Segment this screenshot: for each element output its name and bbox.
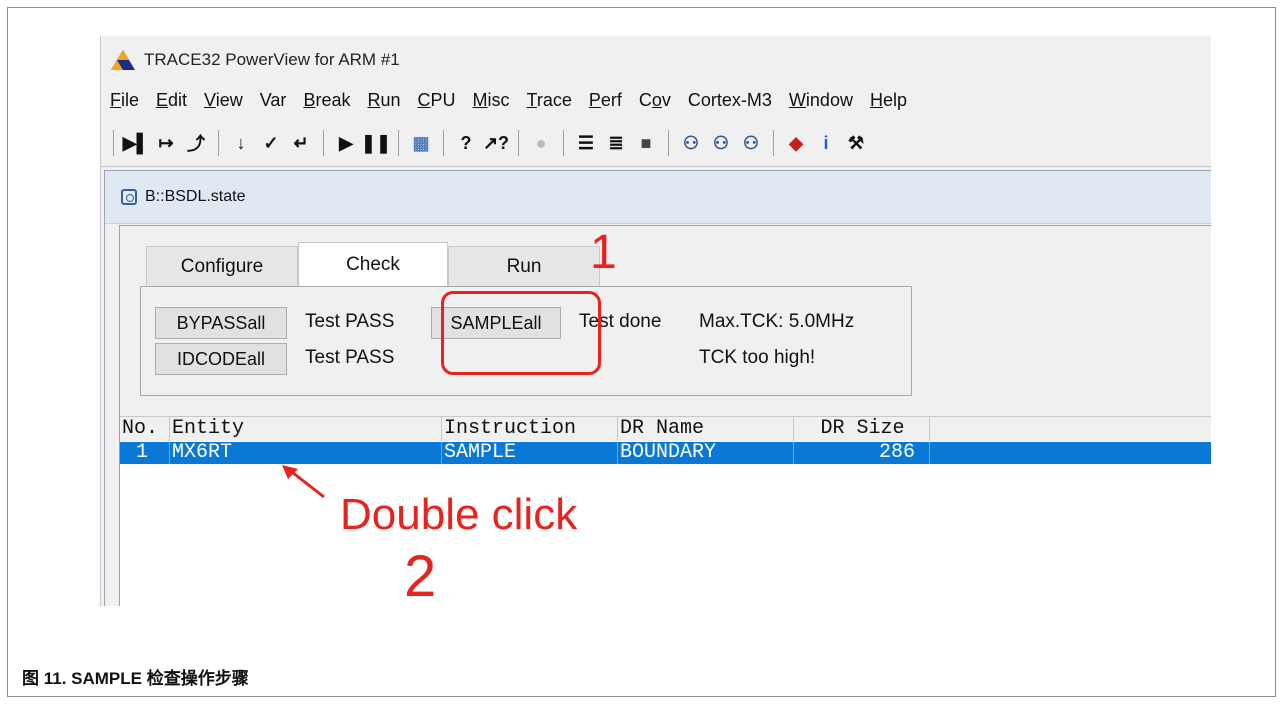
col-header-instruction[interactable]: Instruction [442,417,618,441]
annotation-highlight-box [441,291,601,375]
col-header-dr-size[interactable]: DR Size [794,417,930,441]
toolbar-separator [518,130,519,156]
check-panel: BYPASSall Test PASS IDCODEall Test PASS … [140,286,912,396]
memory-icon[interactable]: ▦ [408,129,434,157]
menu-run[interactable]: Run [367,90,400,111]
col-header-entity[interactable]: Entity [170,417,442,441]
cell-dr-name: BOUNDARY [618,442,794,464]
app-title: TRACE32 PowerView for ARM #1 [144,50,400,69]
check-return-icon[interactable]: ✓ [258,129,284,157]
menu-perf[interactable]: Perf [589,90,622,111]
toolbar-separator [773,130,774,156]
stop-icon[interactable]: ● [528,129,554,157]
toolbar-separator [398,130,399,156]
info-icon[interactable]: i [813,129,839,157]
bsdl-pane: Configure Check Run BYPASSall Test PASS … [119,225,1211,606]
step-over-icon[interactable]: ↦ [153,129,179,157]
tab-configure[interactable]: Configure [146,246,298,287]
binoculars-2-icon[interactable]: ⚇ [708,129,734,157]
col-header-no[interactable]: No. [120,417,170,441]
menu-var[interactable]: Var [260,90,287,111]
break-icon[interactable]: ❚❚ [361,129,391,157]
trace32-logo-icon [111,50,135,70]
toolbar-separator [218,130,219,156]
menu-help[interactable]: Help [870,90,907,111]
window-left-edge [86,36,101,606]
menu-bar: File Edit View Var Break Run CPU Misc Trace Perf C… [110,90,924,111]
register-icon[interactable]: ≣ [603,129,629,157]
annotation-step-2: 2 [404,544,437,607]
max-tck-label: Max.TCK: 5.0MHz [699,311,855,332]
bsdl-state-window: B::BSDL.state Configure Check Run BYPASS… [104,170,1211,606]
menu-view[interactable]: View [204,90,243,111]
figure-caption: 图 11. SAMPLE 检查操作步骤 [22,669,249,688]
annotation-arrow-icon [282,465,325,499]
cell-instruction: SAMPLE [442,442,618,464]
tck-warning: TCK too high! [699,347,816,368]
list-icon[interactable]: ☰ [573,129,599,157]
menu-cpu[interactable]: CPU [418,90,456,111]
col-header-dr-name[interactable]: DR Name [618,417,794,441]
cube-icon[interactable]: ◆ [783,129,809,157]
table-row[interactable]: 1 MX6RT SAMPLE BOUNDARY 286 [120,442,1211,464]
menu-break[interactable]: Break [303,90,350,111]
trace32-screenshot: TRACE32 PowerView for ARM #1 File Edit Vie… [86,36,1211,606]
tab-run[interactable]: Run [448,246,600,287]
toolbar-separator [113,130,114,156]
menu-window[interactable]: Window [789,90,853,111]
annotation-step-1: 1 [590,226,617,279]
annotation-double-click: Double click [340,490,578,539]
window-icon [121,189,137,205]
menu-file[interactable]: File [110,90,139,111]
chip-icon[interactable]: ■ [633,129,659,157]
binoculars-3-icon[interactable]: ⚇ [738,129,764,157]
down-arrow-icon[interactable]: ↓ [228,129,254,157]
toolbar-divider [100,166,1211,167]
return-icon[interactable]: ↵ [288,129,314,157]
app-title-bar: TRACE32 PowerView for ARM #1 [110,46,400,74]
window-title: B::BSDL.state [145,188,246,205]
menu-misc[interactable]: Misc [473,90,510,111]
bypass-result: Test PASS [305,311,395,332]
idcode-result: Test PASS [305,347,395,368]
menu-cortex-m3[interactable]: Cortex-M3 [688,90,772,111]
toolbar-separator [323,130,324,156]
menu-edit[interactable]: Edit [156,90,187,111]
tab-check[interactable]: Check [298,242,448,287]
step-return-icon[interactable]: ⤴ [183,129,209,157]
menu-cov[interactable]: Cov [639,90,671,111]
window-title-bar: B::BSDL.state [105,171,1211,224]
table-header: No. Entity Instruction DR Name DR Size [120,417,1211,441]
toolbar-separator [668,130,669,156]
wrench-icon[interactable]: ⚒ [843,129,869,157]
context-help-icon[interactable]: ↗? [483,129,509,157]
bsdl-table: No. Entity Instruction DR Name DR Size 1… [120,416,1211,606]
menu-trace[interactable]: Trace [527,90,572,111]
binoculars-icon[interactable]: ⚇ [678,129,704,157]
toolbar-separator [563,130,564,156]
bypassall-button[interactable]: BYPASSall [155,307,287,339]
cell-entity: MX6RT [170,442,442,464]
cell-dr-size: 286 [794,442,930,464]
idcodeall-button[interactable]: IDCODEall [155,343,287,375]
step-into-icon[interactable]: ▶▌ [123,129,150,157]
help-icon[interactable]: ? [453,129,479,157]
toolbar-separator [443,130,444,156]
go-icon[interactable]: ▶ [333,129,359,157]
toolbar: ▶▌ ↦ ⤴ ↓ ✓ ↵ ▶ ❚❚ ▦? ↗? ● ☰ ≣ ■ ⚇ ⚇ ⚇ ◆ i ⚒ [104,124,1211,162]
cell-no: 1 [120,442,170,464]
